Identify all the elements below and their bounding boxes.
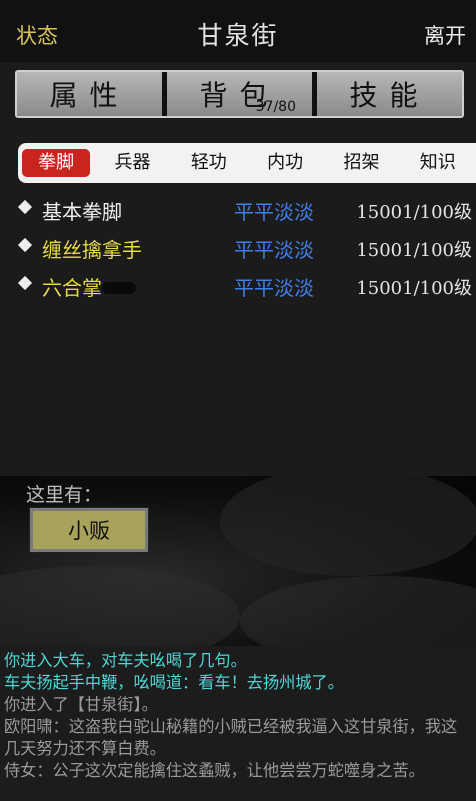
skill-category-tabs: 拳脚 兵器 轻功 内功 招架 知识: [18, 143, 476, 183]
log-line: 欧阳啸：这盗我白驼山秘籍的小贼已经被我逼入这甘泉街，我这几天努力还不算白费。: [4, 717, 458, 758]
skill-name: 基本拳脚: [42, 200, 122, 224]
skill-level-desc: 平平淡淡: [234, 200, 314, 224]
subtab-fist[interactable]: 拳脚: [22, 149, 91, 177]
tab-skills[interactable]: 技能: [312, 72, 462, 116]
smoke-decoration: [220, 476, 476, 576]
tab-attributes[interactable]: 属性: [17, 72, 162, 116]
smoke-decoration: [0, 566, 240, 646]
skill-level: 15001/100级: [356, 240, 472, 261]
npc-vendor-button[interactable]: 小贩: [29, 507, 149, 553]
log-line: 你进入了【甘泉街】。: [4, 695, 158, 714]
backpack-count: 37/80: [255, 99, 296, 115]
diamond-icon: [17, 199, 33, 215]
here-label: 这里有：: [26, 484, 103, 506]
smoke-decoration: [240, 576, 476, 646]
subtab-parry[interactable]: 招架: [327, 149, 395, 177]
main-tabs: 属性 背包 37/80 技能: [15, 70, 464, 118]
scene-area: 这里有： 小贩: [0, 476, 476, 646]
subtab-weapon[interactable]: 兵器: [98, 149, 166, 177]
tab-skills-label: 技能: [349, 79, 430, 112]
ink-blot: [102, 282, 136, 294]
skill-row[interactable]: 缠丝擒拿手 平平淡淡 15001/100级: [17, 230, 476, 268]
tab-attributes-label: 属性: [49, 79, 130, 112]
skill-row[interactable]: 六合掌 平平淡淡 15001/100级: [17, 268, 476, 306]
subtab-internal[interactable]: 内功: [251, 149, 319, 177]
skill-level: 15001/100级: [356, 202, 472, 223]
diamond-icon: [17, 237, 33, 253]
skill-row[interactable]: 基本拳脚 平平淡淡 15001/100级: [17, 192, 476, 230]
log-line: 你进入大车，对车夫吆喝了几句。: [4, 651, 247, 670]
skill-list: 基本拳脚 平平淡淡 15001/100级 缠丝擒拿手 平平淡淡 15001/10…: [17, 192, 476, 306]
location-title: 甘泉街: [197, 21, 279, 50]
diamond-icon: [17, 275, 33, 291]
tab-backpack[interactable]: 背包 37/80: [162, 72, 312, 116]
skill-level: 15001/100级: [356, 278, 472, 299]
log-line: 侍女：公子这次定能擒住这蟊贼，让他尝尝万蛇噬身之苦。: [4, 761, 425, 780]
skill-level-desc: 平平淡淡: [234, 276, 314, 300]
skill-name: 缠丝擒拿手: [42, 238, 142, 262]
leave-button[interactable]: 离开: [424, 20, 466, 50]
subtab-lightness[interactable]: 轻功: [175, 149, 243, 177]
subtab-knowledge[interactable]: 知识: [404, 149, 472, 177]
message-log: 你进入大车，对车夫吆喝了几句。 车夫扬起手中鞭，吆喝道：看车！去扬州城了。 你进…: [0, 646, 476, 801]
log-line: 车夫扬起手中鞭，吆喝道：看车！去扬州城了。: [4, 673, 344, 692]
top-bar: 状态 甘泉街 离开: [0, 0, 476, 62]
skill-name: 六合掌: [42, 276, 102, 300]
skill-level-desc: 平平淡淡: [234, 238, 314, 262]
